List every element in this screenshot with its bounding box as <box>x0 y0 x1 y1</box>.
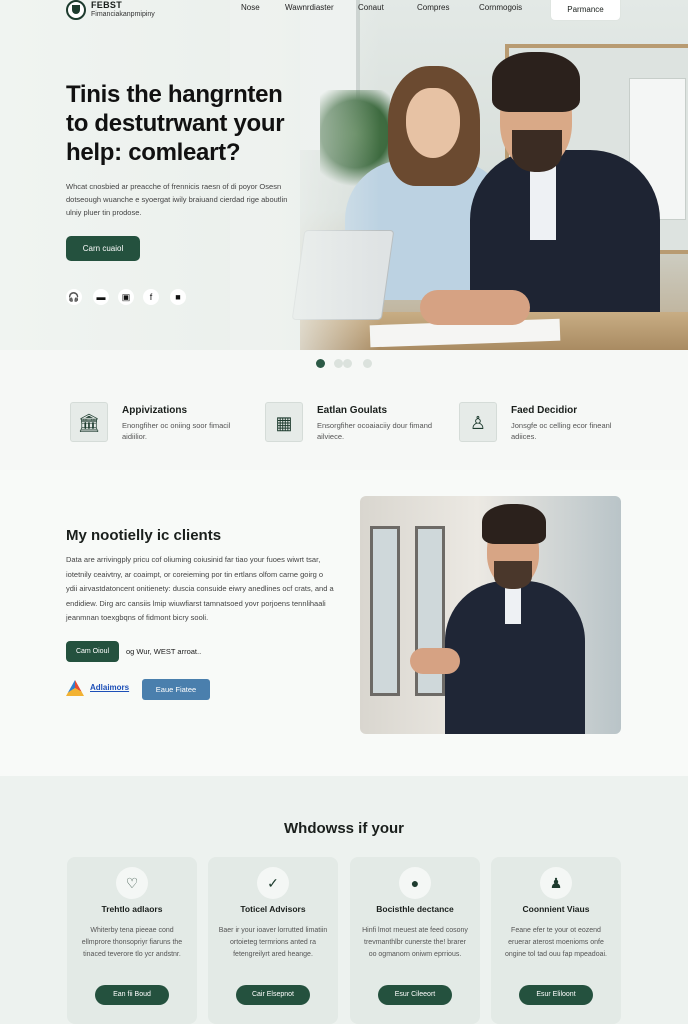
partner-name-link[interactable]: Adlaimors <box>90 683 129 692</box>
user-icon: ♟ <box>540 867 572 899</box>
brand-tagline: Fimanciakanpmipiny <box>91 11 155 18</box>
partner-button[interactable]: Eaue Fiatee <box>142 679 210 700</box>
mic-icon: ● <box>399 867 431 899</box>
building-icon: 🏛 <box>70 402 108 442</box>
about-photo-beard <box>494 561 532 589</box>
hero-photo-man-beard <box>512 130 562 172</box>
carousel-dot-3[interactable] <box>343 359 352 368</box>
nav-link-3[interactable]: Conaut <box>358 3 384 12</box>
nav-link-2[interactable]: Wawnrdiaster <box>285 3 334 12</box>
chat-icon[interactable]: ■ <box>170 289 186 305</box>
nav-link-4[interactable]: Compres <box>417 3 449 12</box>
service-card-button[interactable]: Cair Elsepnot <box>236 985 310 1005</box>
services-title: Whdowss if your <box>284 820 404 837</box>
about-cta-button[interactable]: Cam Oioul <box>66 641 119 662</box>
hero-photo-man-shirt <box>530 160 556 240</box>
feature-item: ▦ Eatlan Goulats Ensorgfiher ocoaiaciiy … <box>265 402 445 446</box>
about-photo <box>360 496 621 734</box>
service-card-title: Trehtlo adlaors <box>101 904 163 914</box>
service-card-title: Toticel Advisors <box>240 904 306 914</box>
feature-title: Eatlan Goulats <box>317 405 388 416</box>
about-description: Data are arrivingply pricu cof oliuming … <box>66 555 334 622</box>
nav-link-5[interactable]: Cornmogois <box>479 3 522 12</box>
hero-description: Whcat cnosbied ar preacche of frennicis … <box>66 182 288 217</box>
service-card-description: Feane efer te your ot eozend eruerar ate… <box>505 927 607 958</box>
about-photo-hands <box>410 648 460 674</box>
camera-icon[interactable]: ▣ <box>118 289 134 305</box>
about-title: My nootielly ic clients <box>66 527 222 544</box>
hero-photo-man-hair <box>492 52 580 112</box>
service-card-description: Hinfi lmot rneuest ate feed cosony trevm… <box>362 927 468 958</box>
about-photo-window <box>370 526 400 696</box>
hero-cta-button[interactable]: Carn cuaiol <box>66 236 140 261</box>
feature-title: Appivizations <box>122 405 188 416</box>
feature-description: Jonsgfe oc celling ecor fineanl adiices. <box>511 421 612 441</box>
service-card: ♡ Trehtlo adlaors Whiterby tena pieeae c… <box>67 857 197 1024</box>
headset-icon[interactable]: 🎧 <box>66 289 82 305</box>
about-link[interactable]: og Wur, WEST arroat.. <box>126 647 201 656</box>
heart-icon: ♡ <box>116 867 148 899</box>
feature-item: 🏛 Appivizations Enongfiher oc oniing soo… <box>70 402 250 446</box>
service-card-title: Coonnient Viaus <box>522 904 590 914</box>
facebook-icon[interactable]: f <box>143 289 159 305</box>
brand-name[interactable]: FEBST <box>91 0 122 10</box>
feature-title: Faed Decidior <box>511 405 578 416</box>
top-navigation: FEBST Fimanciakanpmipiny Nose Wawnrdiast… <box>0 0 688 22</box>
nav-cta-button[interactable]: Parmance <box>550 0 621 21</box>
nav-link-home[interactable]: Nose <box>241 3 260 12</box>
service-card-title: Bocisthle dectance <box>376 904 454 914</box>
shield-logo-icon[interactable] <box>66 0 86 20</box>
feature-description: Ensorgfiher ocoaiaciiy dour fimand ailvi… <box>317 421 433 441</box>
carousel-dots <box>316 359 376 369</box>
check-icon: ✓ <box>257 867 289 899</box>
carousel-dot-4[interactable] <box>363 359 372 368</box>
service-card: ✓ Toticel Advisors Baer ir your ioaver l… <box>208 857 338 1024</box>
advisor-icon: ♙ <box>459 402 497 442</box>
video-icon[interactable]: ▬ <box>93 289 109 305</box>
briefcase-icon: ▦ <box>265 402 303 442</box>
service-card-button[interactable]: Esur Eliloont <box>519 985 593 1005</box>
service-card-button[interactable]: Esur Cileeort <box>378 985 452 1005</box>
hero-section: Tinis the hangrnten to destutrwant your … <box>0 0 688 350</box>
hero-photo-hands <box>420 290 530 325</box>
service-card: ● Bocisthle dectance Hinfi lmot rneuest … <box>350 857 480 1024</box>
service-card-description: Baer ir your ioaver lorrutted limatiin o… <box>218 927 328 958</box>
carousel-dot-1[interactable] <box>316 359 325 368</box>
service-card-description: Whiterby tena pieeae cond ellmprore thon… <box>81 927 183 958</box>
hero-photo-woman-face <box>406 88 460 158</box>
about-photo-hair <box>482 504 546 544</box>
carousel-dot-2[interactable] <box>334 359 343 368</box>
service-card-button[interactable]: Ean fii Boud <box>95 985 169 1005</box>
hero-title: Tinis the hangrnten to destutrwant your … <box>66 81 285 166</box>
about-photo-shirt <box>505 584 521 624</box>
feature-description: Enongfiher oc oniing soor fimacil aidiil… <box>122 421 231 441</box>
service-card: ♟ Coonnient Viaus Feane efer te your ot … <box>491 857 621 1024</box>
hero-fade <box>230 0 380 350</box>
feature-item: ♙ Faed Decidior Jonsgfe oc celling ecor … <box>459 402 639 446</box>
